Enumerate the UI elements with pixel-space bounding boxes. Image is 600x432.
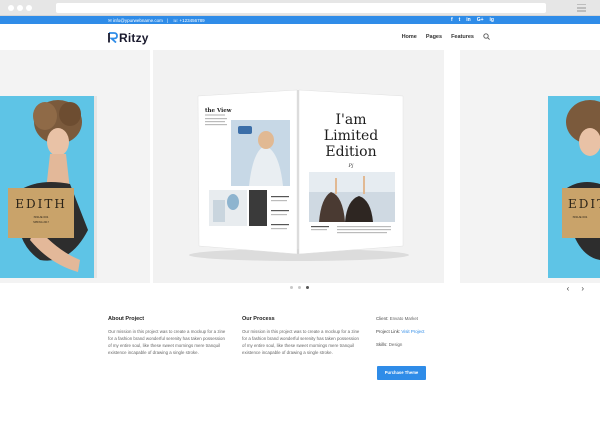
slide-next[interactable]: EDITH ISSUE 001 — [460, 50, 600, 283]
slide-previous[interactable]: EDITH ISSUE 001 SPRING 2017 — [0, 50, 150, 283]
visit-project-link[interactable]: Visit Project — [401, 329, 424, 334]
skills-row: Skills: Design — [376, 342, 425, 347]
open-magazine-image: the View I'am Limited Edition Pj — [153, 50, 444, 283]
skills-label: Skills: — [376, 342, 388, 347]
svg-text:SPRING 2017: SPRING 2017 — [33, 221, 49, 224]
chevron-right-icon[interactable]: › — [581, 284, 584, 293]
about-project-heading: About Project — [108, 316, 145, 322]
carousel-arrows: ‹ › — [567, 284, 584, 293]
browser-window: ✉ info@ypurwebname.com | ☏ +123456789 f … — [0, 0, 600, 432]
svg-text:ISSUE 001: ISSUE 001 — [34, 215, 49, 219]
contact-phone[interactable]: +123456789 — [180, 18, 205, 23]
contact-info: ✉ info@ypurwebname.com | ☏ +123456789 — [108, 18, 205, 24]
project-meta: Client: Envato Market Project Link: Visi… — [376, 316, 425, 355]
magazine-headline-2: Limited — [324, 128, 378, 144]
web-page: ✉ info@ypurwebname.com | ☏ +123456789 f … — [0, 16, 600, 432]
top-contact-bar: ✉ info@ypurwebname.com | ☏ +123456789 f … — [0, 16, 600, 24]
svg-text:the View: the View — [205, 108, 232, 114]
cover-title: EDITH — [15, 197, 67, 211]
magazine-cover-image: EDITH ISSUE 001 SPRING 2017 — [0, 50, 150, 283]
separator: | — [167, 17, 169, 23]
main-navigation: Ritzy Home Pages Features — [0, 24, 600, 50]
mail-icon: ✉ — [108, 17, 112, 23]
svg-text:EDITH: EDITH — [568, 197, 600, 211]
skills-value: Design — [388, 342, 403, 347]
client-value: Envato Market — [389, 316, 418, 321]
window-maximize-dot[interactable] — [26, 5, 32, 11]
address-bar[interactable] — [56, 3, 546, 13]
twitter-icon[interactable]: t — [459, 17, 461, 23]
project-link-label: Project Link: — [376, 329, 401, 334]
nav-item-pages[interactable]: Pages — [426, 34, 442, 40]
window-close-dot[interactable] — [8, 5, 14, 11]
nav-menu: Home Pages Features — [402, 33, 490, 40]
svg-text:Pj: Pj — [348, 163, 354, 169]
nav-item-home[interactable]: Home — [402, 34, 417, 40]
carousel-dot-3-active[interactable] — [306, 286, 309, 289]
our-process-heading: Our Process — [242, 316, 275, 322]
project-gallery-slider[interactable]: EDITH ISSUE 001 SPRING 2017 the View I'a… — [0, 50, 600, 293]
social-links: f t in G+ ig — [451, 17, 494, 23]
contact-email[interactable]: info@ypurwebname.com — [113, 18, 163, 23]
magazine-headline-3: Edition — [325, 144, 376, 160]
logo-mark-icon — [108, 32, 118, 43]
facebook-icon[interactable]: f — [451, 17, 453, 23]
chevron-left-icon[interactable]: ‹ — [567, 284, 570, 293]
browser-chrome — [0, 0, 600, 16]
about-project-text: Our mission in this project was to creat… — [108, 329, 226, 356]
nav-item-features[interactable]: Features — [451, 34, 474, 40]
about-project-column: About Project Our mission in this projec… — [108, 316, 228, 356]
carousel-dot-2[interactable] — [298, 286, 301, 289]
client-label: Client: — [376, 316, 389, 321]
client-row: Client: Envato Market — [376, 316, 425, 321]
magazine-headline-1: I'am — [335, 112, 366, 128]
svg-text:ISSUE 001: ISSUE 001 — [573, 215, 588, 219]
search-icon[interactable] — [483, 33, 490, 40]
purchase-theme-button[interactable]: Purchase Theme — [377, 366, 426, 380]
our-process-column: Our Process Our mission in this project … — [242, 316, 362, 356]
phone-icon: ☏ — [172, 17, 179, 23]
project-info-section: About Project Our mission in this projec… — [0, 316, 600, 432]
logo-text: Ritzy — [119, 30, 149, 45]
site-logo[interactable]: Ritzy — [108, 30, 149, 45]
slide-current[interactable]: the View I'am Limited Edition Pj — [153, 50, 444, 283]
carousel-pagination — [290, 286, 309, 289]
linkedin-icon[interactable]: in — [466, 17, 470, 23]
window-minimize-dot[interactable] — [17, 5, 23, 11]
our-process-text: Our mission in this project was to creat… — [242, 329, 360, 356]
project-link-row: Project Link: Visit Project — [376, 329, 425, 334]
google-plus-icon[interactable]: G+ — [477, 17, 484, 23]
browser-menu-icon[interactable] — [577, 4, 586, 12]
carousel-dot-1[interactable] — [290, 286, 293, 289]
instagram-icon[interactable]: ig — [490, 17, 494, 23]
magazine-cover-image-next: EDITH ISSUE 001 — [460, 50, 600, 283]
